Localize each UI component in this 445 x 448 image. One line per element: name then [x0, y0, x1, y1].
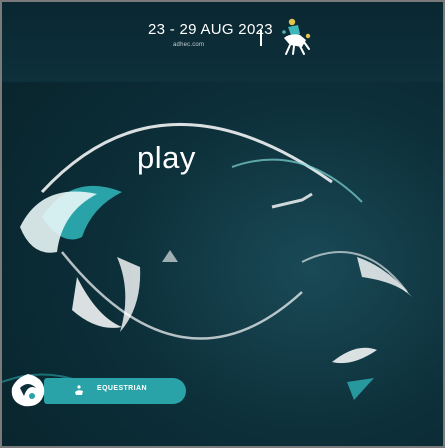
- sport-badge-label: EQUESTRIAN: [97, 385, 147, 392]
- rider-icon: [282, 18, 311, 55]
- header-bar: 23 - 29 AUG 2023 adhec.com: [2, 2, 443, 82]
- event-website: adhec.com: [173, 42, 205, 48]
- logo-swirl-icon: [11, 374, 45, 407]
- hero-word: play: [137, 140, 196, 175]
- equestrian-icon: [75, 385, 83, 395]
- header-divider: [260, 30, 262, 46]
- event-banner: 23 - 29 AUG 2023 adhec.com play EQUESTRI…: [0, 0, 445, 448]
- event-dates: 23 - 29 AUG 2023: [148, 21, 273, 38]
